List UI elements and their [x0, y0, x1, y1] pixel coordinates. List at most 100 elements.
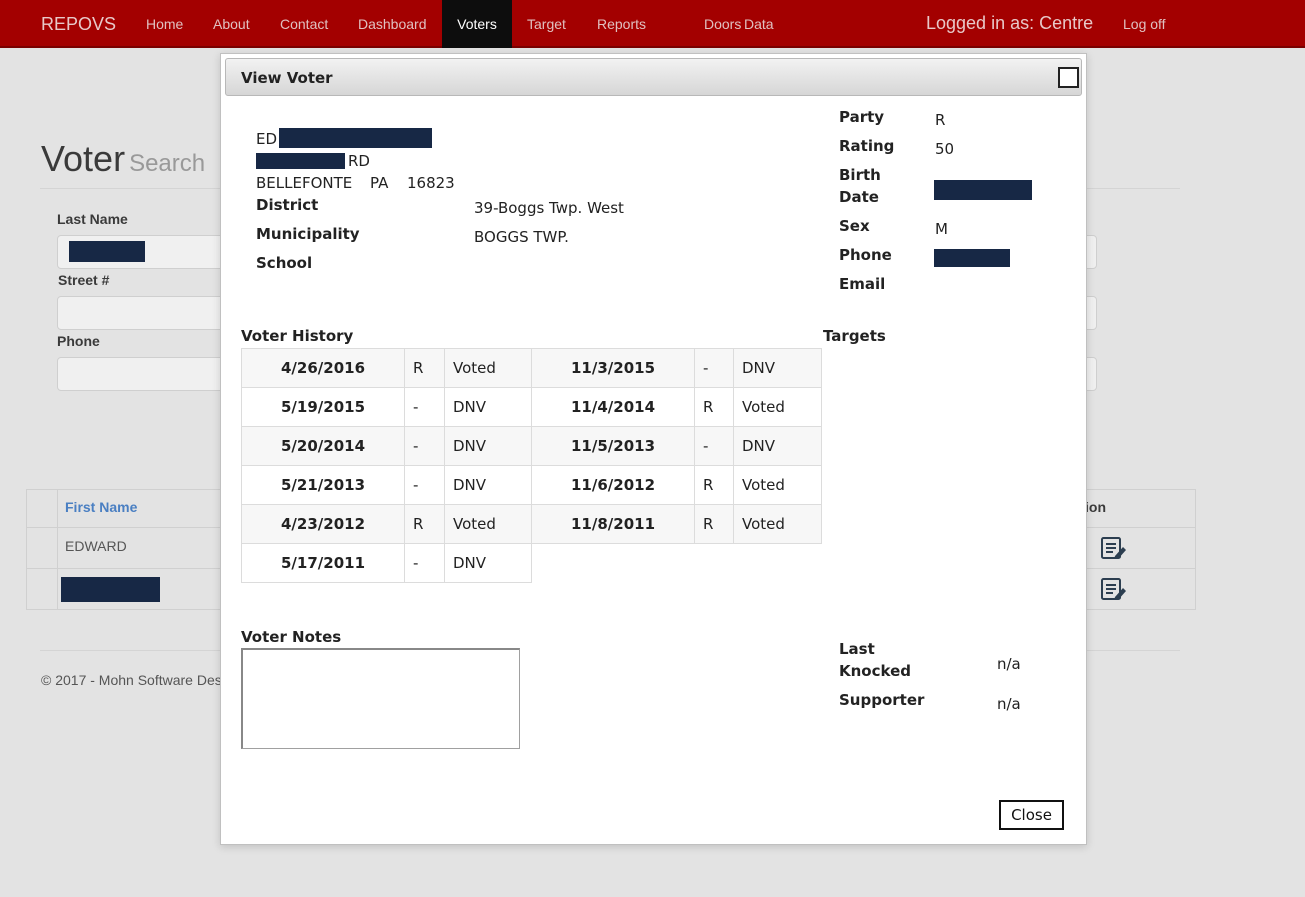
dialog-close-icon[interactable] [1058, 67, 1079, 88]
dialog-title: View Voter [241, 69, 333, 87]
history-date: 4/23/2012 [241, 504, 405, 544]
edit-icon[interactable] [1101, 536, 1127, 560]
address-city: BELLEFONTE [256, 174, 353, 192]
sex-label: Sex [839, 217, 870, 235]
page-title: Voter Search [41, 138, 205, 180]
history-row: 5/21/2013 - DNV 11/6/2012 R Voted [241, 465, 822, 505]
history-status: DNV [733, 426, 822, 466]
history-status: Voted [444, 504, 532, 544]
redaction-block [69, 241, 145, 262]
district-value: 39-Boggs Twp. West [474, 199, 624, 217]
history-date: 11/4/2014 [531, 387, 695, 427]
history-status: Voted [733, 465, 822, 505]
table-column-divider [57, 490, 58, 609]
targets-heading: Targets [823, 327, 886, 345]
sex-value: M [935, 220, 948, 238]
history-date: 11/5/2013 [531, 426, 695, 466]
history-party: R [404, 348, 445, 388]
history-row: 5/17/2011 - DNV [241, 543, 822, 583]
last-knocked-value: n/a [997, 655, 1021, 673]
voter-history-heading: Voter History [241, 327, 354, 345]
history-status: DNV [733, 348, 822, 388]
history-empty-cell [532, 544, 822, 583]
municipality-value: BOGGS TWP. [474, 228, 569, 246]
birth-date-label-line1: Birth [839, 166, 881, 184]
phone-input[interactable] [57, 357, 227, 391]
street-number-input[interactable] [57, 296, 227, 330]
close-button[interactable]: Close [999, 800, 1064, 830]
nav-item-dashboard[interactable]: Dashboard [343, 0, 442, 48]
history-date: 5/20/2014 [241, 426, 405, 466]
nav-item-reports[interactable]: Reports [582, 0, 661, 48]
top-navbar: REPOVS Home About Contact Dashboard Vote… [0, 0, 1305, 48]
birth-date-label-line2: Date [839, 188, 879, 206]
rating-value: 50 [935, 140, 955, 158]
municipality-label: Municipality [256, 225, 360, 243]
nav-item-target[interactable]: Target [512, 0, 581, 48]
address-state: PA [370, 174, 389, 192]
brand-logo[interactable]: REPOVS [41, 14, 116, 35]
address-line2-suffix: RD [348, 152, 370, 170]
history-party: - [694, 348, 734, 388]
rating-label: Rating [839, 137, 895, 155]
history-party: R [694, 465, 734, 505]
redaction-block [61, 577, 160, 602]
edit-icon[interactable] [1101, 577, 1127, 601]
address-zip: 16823 [407, 174, 455, 192]
history-party: - [404, 426, 445, 466]
nav-item-voters[interactable]: Voters [442, 0, 512, 48]
history-party: - [694, 426, 734, 466]
supporter-value: n/a [997, 695, 1021, 713]
logoff-link[interactable]: Log off [1123, 16, 1166, 32]
voter-history-table: 4/26/2016 R Voted 11/3/2015 - DNV 5/19/2… [241, 348, 822, 583]
history-date: 5/17/2011 [241, 543, 405, 583]
party-value: R [935, 111, 946, 129]
history-status: Voted [733, 504, 822, 544]
redaction-block [934, 249, 1010, 267]
redaction-block [279, 128, 432, 148]
history-date: 11/3/2015 [531, 348, 695, 388]
footer-copyright: © 2017 - Mohn Software Des [41, 672, 222, 688]
history-status: DNV [444, 465, 532, 505]
table-cell-first-name: EDWARD [65, 538, 127, 554]
column-header-first-name[interactable]: First Name [65, 499, 137, 515]
nav-item-about[interactable]: About [198, 0, 265, 48]
history-status: Voted [444, 348, 532, 388]
school-label: School [256, 254, 313, 272]
email-label: Email [839, 275, 886, 293]
history-party: - [404, 543, 445, 583]
history-status: DNV [444, 543, 532, 583]
supporter-label: Supporter [839, 691, 925, 709]
voter-notes-heading: Voter Notes [241, 628, 342, 646]
page-subtitle: Search [129, 150, 206, 177]
history-date: 4/26/2016 [241, 348, 405, 388]
view-voter-dialog: View Voter ED RD BELLEFONTE PA 16823 Dis… [220, 53, 1087, 845]
history-status: DNV [444, 426, 532, 466]
redaction-block [256, 153, 345, 169]
history-row: 4/26/2016 R Voted 11/3/2015 - DNV [241, 348, 822, 388]
phone-label: Phone [839, 246, 892, 264]
nav-item-contact[interactable]: Contact [265, 0, 343, 48]
history-row: 5/19/2015 - DNV 11/4/2014 R Voted [241, 387, 822, 427]
party-label: Party [839, 108, 885, 126]
voter-notes-textarea[interactable] [241, 648, 520, 749]
column-header-action: ion [1085, 499, 1106, 515]
history-party: R [694, 387, 734, 427]
last-knocked-label-line1: Last [839, 640, 875, 658]
nav-item-data[interactable]: Data [729, 0, 789, 48]
last-knocked-label-line2: Knocked [839, 662, 911, 680]
last-name-label: Last Name [57, 211, 128, 227]
history-date: 5/19/2015 [241, 387, 405, 427]
history-date: 11/6/2012 [531, 465, 695, 505]
dialog-titlebar[interactable]: View Voter [225, 58, 1082, 96]
history-row: 5/20/2014 - DNV 11/5/2013 - DNV [241, 426, 822, 466]
history-row: 4/23/2012 R Voted 11/8/2011 R Voted [241, 504, 822, 544]
history-party: R [694, 504, 734, 544]
phone-label: Phone [57, 333, 100, 349]
history-status: DNV [444, 387, 532, 427]
history-party: R [404, 504, 445, 544]
page-title-main: Voter [41, 138, 126, 179]
address-line1-prefix: ED [256, 130, 278, 148]
redaction-block [934, 180, 1032, 200]
nav-item-home[interactable]: Home [131, 0, 198, 48]
